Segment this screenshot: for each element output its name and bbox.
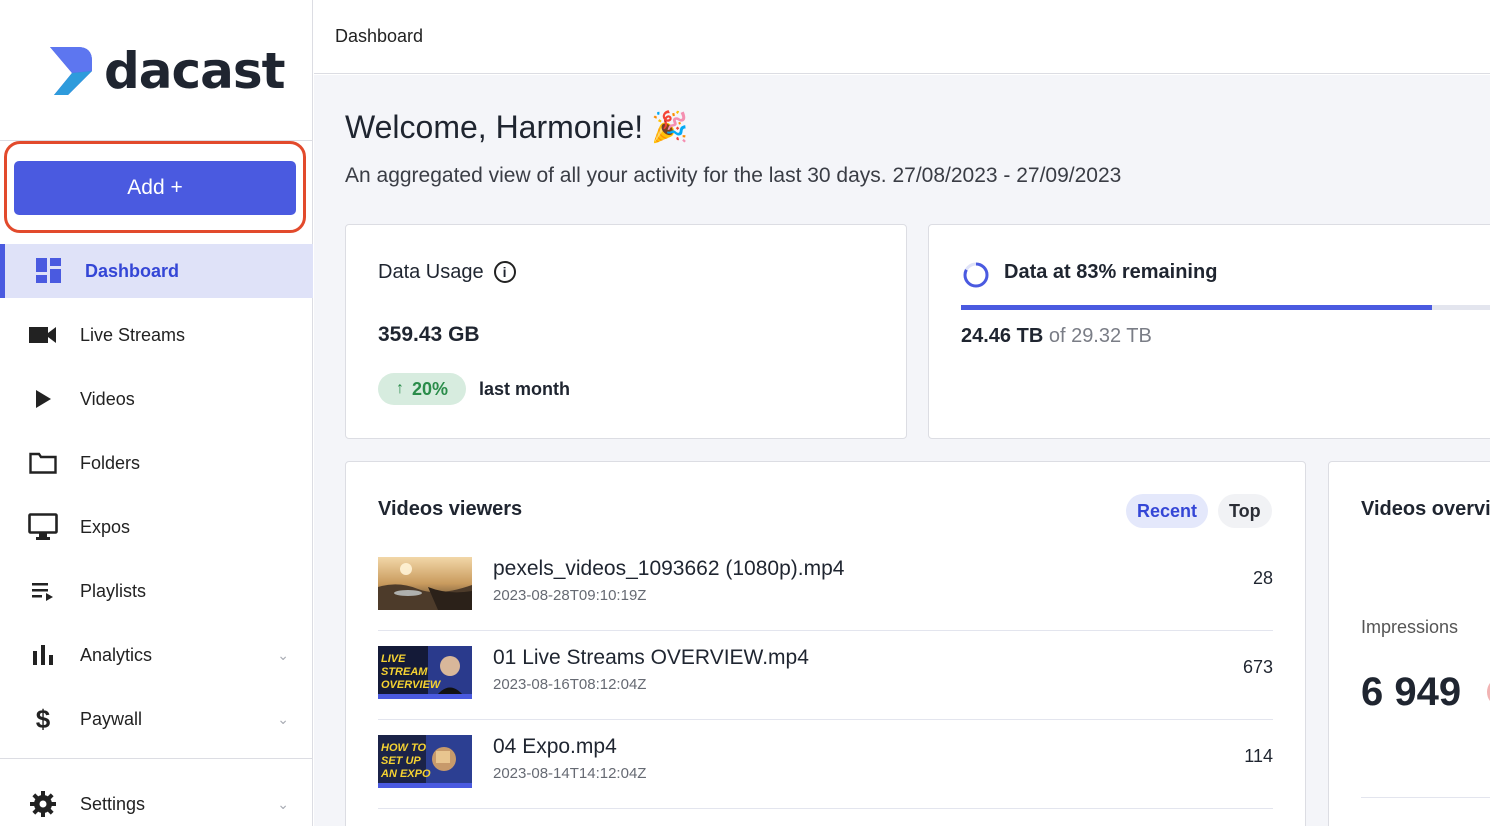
playlist-icon	[28, 576, 58, 606]
dollar-icon: $	[35, 703, 51, 734]
thumb-text: AN EXPO	[380, 768, 431, 780]
sidebar-item-label: Playlists	[80, 580, 147, 601]
card-title: Data Usage i	[378, 261, 516, 284]
data-remaining-title: Data at 83% remaining	[1004, 261, 1218, 283]
thumb-text: SET UP	[381, 755, 421, 767]
sidebar-item-folders[interactable]: Folders	[0, 436, 313, 490]
impressions-label: Impressions	[1361, 617, 1459, 637]
change-badge: ↑ 20%	[378, 373, 467, 405]
change-suffix: last month	[479, 379, 571, 399]
sidebar-item-expos[interactable]: Expos	[0, 500, 313, 554]
video-thumbnail: HOW TO SET UP AN EXPO	[378, 735, 472, 788]
video-name: 01 Live Streams OVERVIEW.mp4	[493, 646, 809, 669]
videos-overview-title: Videos overvi	[1361, 498, 1490, 520]
data-progress-fill	[961, 305, 1433, 310]
card-divider	[1361, 797, 1490, 798]
sidebar-item-paywall[interactable]: $ Paywall ⌄	[0, 692, 313, 746]
sidebar-item-label: Analytics	[80, 644, 153, 665]
breadcrumb: Dashboard	[335, 26, 424, 46]
sidebar-item-label: Live Streams	[80, 324, 186, 345]
change-value: 20%	[412, 378, 449, 399]
party-popper-icon: 🎉	[651, 111, 689, 144]
videos-viewers-card: Videos viewers Recent Top pexels_videos_…	[345, 461, 1306, 826]
bar-chart-icon	[28, 640, 58, 670]
video-row[interactable]: HOW TO SET UP AN EXPO 04 Expo.mp4 2023-0…	[378, 720, 1273, 809]
data-usage-card: Data Usage i 359.43 GB ↑ 20% last month	[345, 224, 907, 439]
page-subtitle: An aggregated view of all your activity …	[345, 164, 1122, 187]
sidebar-item-dashboard[interactable]: Dashboard	[0, 244, 313, 298]
sidebar-item-analytics[interactable]: Analytics ⌄	[0, 628, 313, 682]
thumb-text: LIVE	[381, 653, 406, 665]
arrow-up-icon: ↑	[396, 380, 404, 397]
video-name: 04 Expo.mp4	[493, 735, 617, 758]
add-button[interactable]: Add +	[14, 161, 296, 215]
data-usage-title: Data Usage	[378, 261, 484, 283]
dacast-logo-mark-icon	[50, 47, 92, 95]
sidebar-item-videos[interactable]: Videos	[0, 372, 313, 426]
video-viewer-count: 28	[1252, 568, 1273, 588]
video-name: pexels_videos_1093662 (1080p).mp4	[493, 557, 845, 580]
thumb-text: HOW TO	[381, 742, 426, 754]
videos-overview-card: Videos overvi Impressions 6 949	[1328, 461, 1490, 826]
brand-name: dacast	[104, 42, 286, 100]
impressions-value: 6 949	[1361, 670, 1462, 714]
storage-total: of 29.32 TB	[1048, 325, 1152, 347]
gear-icon	[28, 789, 58, 819]
monitor-icon	[28, 512, 58, 542]
video-date: 2023-08-28T09:10:19Z	[493, 587, 647, 604]
welcome-text: Welcome, Harmonie!	[345, 109, 644, 145]
chevron-down-icon[interactable]: ⌄	[277, 796, 289, 813]
sidebar-item-label: Paywall	[80, 708, 143, 729]
sidebar-item-playlists[interactable]: Playlists	[0, 564, 313, 618]
tab-top[interactable]: Top	[1218, 494, 1272, 528]
sidebar-item-live-streams[interactable]: Live Streams	[0, 308, 313, 362]
video-thumbnail: LIVE STREAM OVERVIEW	[378, 646, 472, 699]
data-remaining-card: Data at 83% remaining 24.46 TB of 29.32 …	[928, 224, 1490, 439]
video-row[interactable]: LIVE STREAM OVERVIEW 01 Live Streams OVE…	[378, 631, 1273, 720]
thumb-text: OVERVIEW	[381, 679, 442, 691]
video-row[interactable]: pexels_videos_1093662 (1080p).mp4 2023-0…	[378, 542, 1273, 631]
tab-recent[interactable]: Recent	[1126, 494, 1209, 528]
sidebar-divider	[0, 758, 313, 759]
video-thumbnail	[378, 557, 472, 610]
video-date: 2023-08-16T08:12:04Z	[493, 676, 647, 693]
page-title: Welcome, Harmonie! 🎉	[345, 109, 689, 146]
data-progress-bar	[961, 305, 1490, 310]
thumb-text: STREAM	[381, 666, 428, 678]
data-usage-value: 359.43 GB	[378, 323, 480, 346]
sidebar-item-label: Folders	[80, 452, 141, 473]
sidebar-item-label: Settings	[80, 793, 146, 814]
sidebar-item-label: Expos	[80, 516, 131, 537]
chevron-down-icon[interactable]: ⌄	[277, 711, 289, 728]
camera-icon	[28, 320, 58, 350]
info-icon[interactable]: i	[493, 261, 516, 283]
folder-icon	[28, 448, 58, 478]
video-date: 2023-08-14T14:12:04Z	[493, 765, 647, 782]
play-icon	[28, 384, 58, 414]
video-viewer-count: 673	[1242, 657, 1273, 677]
sidebar-item-label: Dashboard	[85, 260, 180, 281]
sidebar: dacast Add + Dashboard Live Streams Vide…	[0, 0, 313, 826]
chevron-down-icon[interactable]: ⌄	[277, 647, 289, 664]
video-viewer-count: 114	[1244, 746, 1273, 766]
sidebar-item-label: Videos	[80, 388, 135, 409]
videos-viewers-title: Videos viewers	[378, 498, 523, 520]
dashboard-icon	[34, 256, 64, 286]
progress-ring-icon	[963, 262, 989, 288]
dacast-logo[interactable]: dacast	[48, 42, 286, 100]
top-bar: Dashboard	[314, 0, 1490, 74]
storage-text: 24.46 TB of 29.32 TB	[961, 325, 1152, 348]
sidebar-item-settings[interactable]: Settings ⌄	[0, 777, 313, 826]
storage-used: 24.46 TB	[961, 325, 1044, 347]
dashboard-main: Welcome, Harmonie! 🎉 An aggregated view …	[314, 75, 1490, 826]
